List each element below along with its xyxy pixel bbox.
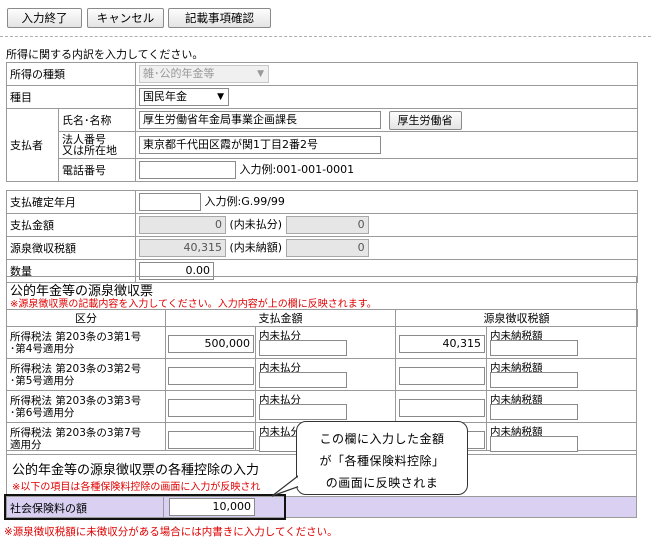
withholding-label: 源泉徴収税額 [6, 236, 136, 260]
category-value: 国民年金 [143, 90, 187, 103]
amount-unpaid-field: 0 [285, 216, 369, 234]
toolbar-divider [0, 36, 651, 37]
unpaid-tax-input[interactable] [490, 372, 578, 388]
amount-label: 支払金額 [6, 213, 136, 237]
slip-row-label-line2: 適用分 [10, 439, 42, 451]
slip-row-label-line2: ･第4号適用分 [10, 343, 75, 355]
name-label: 氏名･名称 [58, 108, 136, 132]
cancel-button[interactable]: キャンセル [87, 8, 164, 28]
finish-input-button[interactable]: 入力終了 [7, 8, 82, 28]
pay-date-hint: 入力例:G.99/99 [204, 195, 285, 208]
phone-label: 電話番号 [58, 158, 136, 182]
corp-label-line2: 又は所在地 [62, 144, 117, 157]
slip-col-divider [165, 391, 166, 423]
slip-col-divider [395, 359, 396, 391]
amount-field: 0 [139, 216, 226, 234]
col-category-header: 区分 [6, 309, 166, 327]
unpaid-amount-input[interactable] [259, 372, 347, 388]
callout-line1: この欄に入力した金額 [319, 432, 445, 446]
slip-col-divider [255, 391, 256, 423]
phone-hint: 入力例:001-001-0001 [239, 163, 355, 176]
withholding-field: 40,315 [139, 239, 226, 257]
phone-input[interactable] [139, 161, 236, 179]
payer-label: 支払者 [6, 108, 59, 182]
payment-amount-input[interactable]: 500,000 [168, 335, 254, 353]
col-amount-header: 支払金額 [165, 309, 396, 327]
address-input[interactable]: 東京都千代田区霞が関1丁目2番2号 [139, 136, 381, 154]
chevron-down-icon: ▼ [257, 69, 264, 79]
slip-col-divider [255, 327, 256, 359]
withholding-unpaid-field: 0 [285, 239, 369, 257]
pay-date-input[interactable] [139, 193, 201, 211]
unpaid-tax-input[interactable] [490, 404, 578, 420]
chevron-down-icon: ▼ [217, 92, 224, 102]
slip-col-divider [486, 391, 487, 423]
payment-amount-input[interactable] [168, 431, 254, 449]
slip-col-divider [255, 359, 256, 391]
spacer-row [6, 181, 638, 191]
slip-col-divider [486, 327, 487, 359]
deduction-title: 公的年金等の源泉徴収票の各種控除の入力 [12, 463, 260, 478]
unpaid-amount-input[interactable] [259, 404, 347, 420]
toolbar: 入力終了 キャンセル 記載事項確認 [0, 0, 651, 32]
callout-line2: が「各種保険料控除」 [319, 454, 445, 468]
corp-number-label: 法人番号 又は所在地 [58, 131, 136, 159]
callout-bubble: この欄に入力した金額 が「各種保険料控除」 の画面に反映されま [296, 421, 468, 495]
mhlw-button[interactable]: 厚生労働省 [388, 110, 462, 130]
slip-col-divider [395, 391, 396, 423]
slip-note: ※源泉徴収票の記載内容を入力してください。入力内容が上の欄に反映されます。 [10, 299, 377, 310]
slip-col-divider [165, 359, 166, 391]
income-detail-table: 所得の種類 雑･公的年金等 ▼ 種目 国民年金 ▼ 支払者 氏名･名称 厚生労働… [6, 62, 638, 283]
callout-line3: の画面に反映されま [325, 476, 439, 490]
slip-row-label-line1: 所得税法 第203条の3第3号 [10, 395, 142, 407]
insurance-divider [163, 496, 164, 518]
unpaid-amount-input[interactable] [259, 340, 347, 356]
category-select[interactable]: 国民年金 ▼ [139, 88, 229, 106]
withholding-unpaid-label: (内未納額) [229, 241, 283, 254]
income-type-label: 所得の種類 [6, 62, 136, 86]
bottom-note: ※源泉徴収税額に未徴収分がある場合には内書きに入力してください。 [4, 526, 338, 538]
withholding-tax-input[interactable] [399, 367, 485, 385]
income-type-value: 雑･公的年金等 [143, 67, 215, 80]
intro-text: 所得に関する内訳を入力してください。 [6, 48, 204, 61]
withholding-tax-input[interactable] [399, 399, 485, 417]
slip-col-divider [165, 423, 166, 451]
slip-col-divider [255, 423, 256, 451]
callout-pointer-icon [271, 474, 304, 497]
unpaid-tax-input[interactable] [490, 436, 578, 452]
insurance-amount-input[interactable]: 10,000 [169, 498, 255, 516]
confirm-items-button[interactable]: 記載事項確認 [168, 8, 271, 28]
income-type-select[interactable]: 雑･公的年金等 ▼ [139, 65, 269, 83]
amount-unpaid-label: (内未払分) [229, 218, 283, 231]
insurance-label: 社会保険料の額 [10, 502, 87, 515]
slip-row-label-line1: 所得税法 第203条の3第2号 [10, 363, 142, 375]
slip-col-divider [165, 327, 166, 359]
deduction-note: ※以下の項目は各種保険料控除の画面に入力が反映され [12, 482, 261, 493]
slip-row-label-line2: ･第5号適用分 [10, 375, 75, 387]
pay-date-label: 支払確定年月 [6, 190, 136, 214]
slip-row-label-line2: ･第6号適用分 [10, 407, 75, 419]
slip-row-label-line1: 所得税法 第203条の3第1号 [10, 331, 142, 343]
slip-row-label-line1: 所得税法 第203条の3第7号 [10, 427, 142, 439]
slip-col-divider [486, 423, 487, 451]
category-label: 種目 [6, 85, 136, 109]
slip-col-divider [395, 327, 396, 359]
unpaid-tax-input[interactable] [490, 340, 578, 356]
slip-col-divider [486, 359, 487, 391]
payment-amount-input[interactable] [168, 367, 254, 385]
col-withholding-header: 源泉徴収税額 [395, 309, 638, 327]
withholding-tax-input[interactable]: 40,315 [399, 335, 485, 353]
payment-amount-input[interactable] [168, 399, 254, 417]
slip-table: 区分 支払金額 源泉徴収税額 [6, 309, 638, 327]
payer-name-input[interactable]: 厚生労働省年金局事業企画課長 [139, 111, 381, 129]
